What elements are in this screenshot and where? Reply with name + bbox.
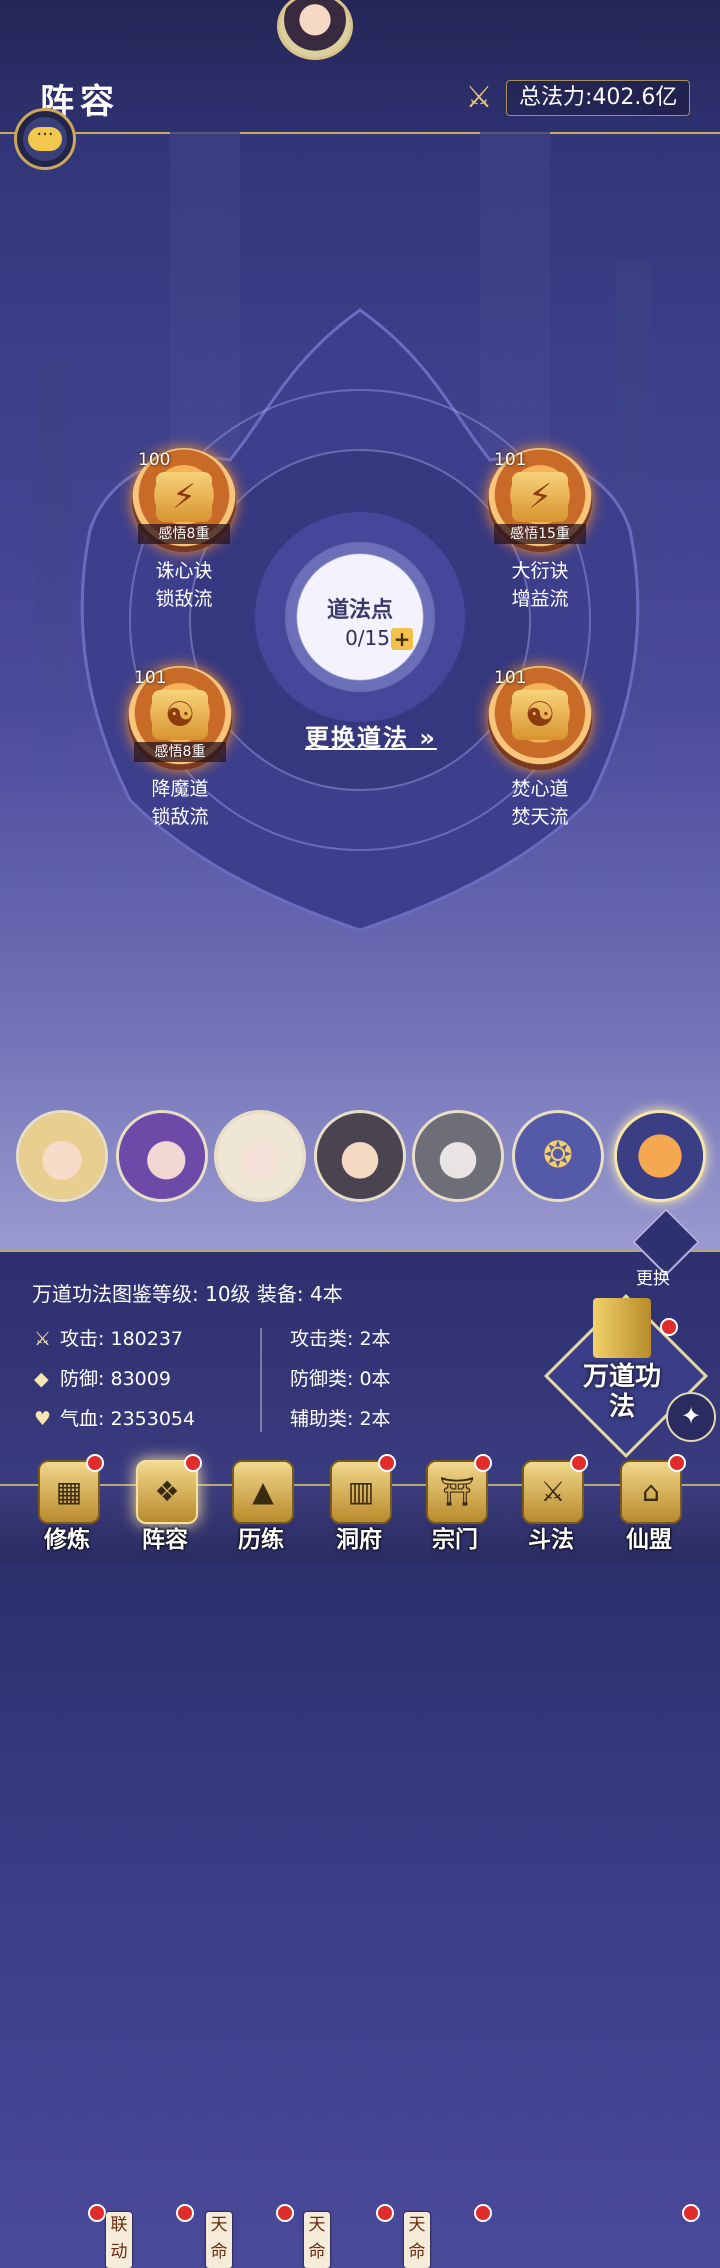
nav-cultivate[interactable]: ▦ 修炼: [22, 1448, 112, 1560]
hero-slot-2[interactable]: [116, 1110, 208, 1202]
notification-dot: [570, 1454, 588, 1472]
nav-label: 修炼: [44, 1527, 90, 1553]
defense-type-count: 防御类: 0本: [290, 1368, 391, 1390]
hero-portrait: [415, 1113, 501, 1199]
hero-portrait: [217, 1113, 303, 1199]
total-power-label: 总法力:402.6亿: [506, 80, 691, 116]
skill-name: 诛心诀: [155, 560, 213, 582]
hero-tag: 天命: [404, 2212, 430, 2268]
hero-lineup: 联动 天命 天命 天命 ❂: [0, 1100, 720, 2268]
dao-point-count: 0/15: [345, 626, 390, 650]
hero-portrait: [119, 1113, 205, 1199]
nav-duel[interactable]: ⚔ 斗法: [506, 1448, 596, 1560]
add-dao-point-button[interactable]: +: [391, 628, 413, 650]
nav-alliance[interactable]: ⌂ 仙盟: [604, 1448, 694, 1560]
notification-dot: [176, 2204, 194, 2222]
skill-flow: 增益流: [511, 588, 569, 610]
scroll-icon: ⚡: [512, 472, 568, 522]
nav-label: 宗门: [432, 1527, 478, 1553]
compass-star-icon[interactable]: ✦: [666, 1392, 716, 1442]
notification-dot: [474, 1454, 492, 1472]
hero-tag: 天命: [304, 2212, 330, 2268]
skill-level: 101: [134, 668, 167, 688]
skill-level: 101: [494, 450, 527, 470]
hero-slot-1[interactable]: [16, 1110, 108, 1202]
nav-cave[interactable]: ▥ 洞府: [314, 1448, 404, 1560]
notification-dot: [682, 2204, 700, 2222]
switch-dao-button[interactable]: 更换道法 »: [305, 718, 437, 753]
notification-dot: [86, 1454, 104, 1472]
hero-tag: 天命: [206, 2212, 232, 2268]
skill-slot-2[interactable]: ⚡ 101 感悟15重 大衍诀 增益流: [480, 448, 600, 618]
nav-label: 阵容: [142, 1527, 188, 1553]
notification-dot: [378, 1454, 396, 1472]
yin-yang-scroll-icon: ☯: [512, 690, 568, 740]
heart-icon: ♥: [34, 1408, 52, 1430]
scroll-icon: [617, 1113, 703, 1199]
notification-dot: [88, 2204, 106, 2222]
nav-formation[interactable]: ❖ 阵容: [120, 1448, 210, 1560]
dao-point-label: 道法点: [326, 598, 393, 623]
notification-dot: [660, 1318, 678, 1336]
defense-value: 防御: 83009: [60, 1368, 171, 1390]
change-label: 更换: [636, 1269, 670, 1289]
skill-level: 101: [494, 668, 527, 688]
wandao-label: 万道功法: [582, 1362, 661, 1422]
hero-portrait: [19, 1113, 105, 1199]
skill-flow: 锁敌流: [155, 588, 213, 610]
hp-stat: ♥ 气血: 2353054: [34, 1404, 195, 1431]
book-stack-icon: [593, 1298, 651, 1358]
nav-label: 历练: [238, 1527, 284, 1553]
nav-label: 仙盟: [626, 1527, 672, 1553]
defense-stat: ◆ 防御: 83009: [34, 1364, 171, 1391]
notification-dot: [376, 2204, 394, 2222]
crossed-swords-icon: ⚔: [465, 80, 493, 115]
nav-label: 洞府: [336, 1527, 382, 1553]
skill-level: 100: [138, 450, 171, 470]
skill-slot-4[interactable]: ☯ 101 焚心道 焚天流: [480, 666, 600, 836]
total-power: ⚔ 总法力:402.6亿: [460, 78, 700, 118]
attack-type-count: 攻击类: 2本: [290, 1328, 391, 1350]
hero-tag: 联动: [106, 2212, 132, 2268]
sword-icon: ⚔: [34, 1328, 52, 1350]
skill-flow: 锁敌流: [151, 806, 209, 828]
attack-value: 攻击: 180237: [60, 1328, 184, 1350]
hero-slot-5[interactable]: [412, 1110, 504, 1202]
skill-name: 大衍诀: [511, 560, 569, 582]
skill-insight: 感悟15重: [494, 524, 586, 544]
skill-name: 降魔道: [151, 778, 209, 800]
scroll-icon: ⚡: [156, 472, 212, 522]
nav-trial[interactable]: ▲ 历练: [216, 1448, 306, 1560]
notification-dot: [668, 1454, 686, 1472]
nav-label: 斗法: [528, 1527, 574, 1553]
skill-slot-3[interactable]: ☯ 101 感悟8重 降魔道 锁敌流: [120, 666, 240, 836]
notification-dot: [184, 1454, 202, 1472]
skill-flow: 焚天流: [511, 806, 569, 828]
switch-dao-label: 更换道法: [305, 724, 409, 752]
hero-slot-3[interactable]: [214, 1110, 306, 1202]
support-type-count: 辅助类: 2本: [290, 1408, 391, 1430]
yin-yang-scroll-icon: ☯: [152, 690, 208, 740]
attack-stat: ⚔ 攻击: 180237: [34, 1324, 183, 1351]
skill-slot-1[interactable]: ⚡ 100 感悟8重 诛心诀 锁敌流: [124, 448, 244, 618]
trial-icon: ▲: [232, 1460, 294, 1524]
divider: [260, 1328, 262, 1432]
bell-necklace-icon: ❂: [542, 1135, 574, 1176]
notification-dot: [276, 2204, 294, 2222]
hp-value: 气血: 2353054: [60, 1408, 196, 1430]
notification-dot: [474, 2204, 492, 2222]
skill-insight: 感悟8重: [138, 524, 230, 544]
hero-slot-4[interactable]: [314, 1110, 406, 1202]
hero-portrait: [317, 1113, 403, 1199]
skill-insight: 感悟8重: [134, 742, 226, 762]
treasure-slot[interactable]: ❂: [512, 1110, 604, 1202]
shield-icon: ◆: [34, 1368, 49, 1390]
dao-method-slot[interactable]: [614, 1110, 706, 1202]
codex-level-text: 万道功法图鉴等级: 10级 装备: 4本: [32, 1282, 343, 1306]
change-button[interactable]: 更换: [630, 1208, 700, 1289]
skill-name: 焚心道: [511, 778, 569, 800]
nav-sect[interactable]: ⛩ 宗门: [410, 1448, 500, 1560]
